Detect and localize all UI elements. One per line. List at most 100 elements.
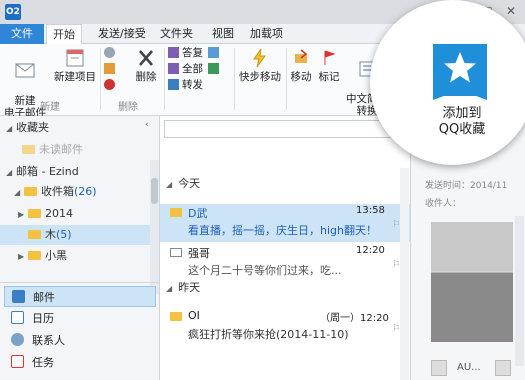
cleanup-icon xyxy=(104,63,115,74)
flag-icon[interactable]: ⚐ xyxy=(392,260,400,270)
tab-send-receive[interactable]: 发送/接受 xyxy=(98,24,146,44)
sent-time: 发送时间：2014/11 xyxy=(425,181,508,191)
collapse-icon: ◢ xyxy=(6,124,13,133)
message-time: 12:20 xyxy=(356,245,385,256)
nav-contacts-label: 联系人 xyxy=(32,334,65,347)
badge-ribbon-notch xyxy=(433,88,487,100)
recipients-label: 收件人： xyxy=(425,199,462,209)
tag-label: 标记 xyxy=(318,71,340,83)
folder-2014[interactable]: ▶ 2014 xyxy=(0,204,150,224)
contacts-icon xyxy=(11,333,24,346)
group-today[interactable]: ◢ 今天 xyxy=(160,174,410,194)
forward-button[interactable]: 转发 xyxy=(168,78,203,92)
folder-mu[interactable]: 木(5) xyxy=(0,225,150,245)
mailbox-root[interactable]: ◢ 邮箱 - Ezind xyxy=(0,162,150,182)
envelope-icon xyxy=(170,208,182,217)
message-row[interactable]: D武 13:58 看直播，摇一摇，庆生日，high翻天！ ⚐ xyxy=(160,204,410,242)
folder-icon xyxy=(28,230,41,239)
new-item-button[interactable]: 新建项目 xyxy=(50,48,100,83)
folder-icon xyxy=(28,251,41,260)
new-item-label: 新建项目 xyxy=(54,71,96,83)
message-row[interactable]: 强哥 12:20 这个月二十号等你们过来，吃... ⚐ xyxy=(160,244,410,282)
search-input[interactable] xyxy=(164,120,410,138)
avatar[interactable] xyxy=(431,360,447,376)
folder-mu-label: 木 xyxy=(45,228,56,241)
favorites-header[interactable]: ◢ 收藏夹 xyxy=(0,118,150,138)
tab-folder[interactable]: 文件夹 xyxy=(160,24,193,44)
collapse-icon: ◢ xyxy=(14,188,21,197)
flag-icon[interactable]: ⚐ xyxy=(392,324,400,334)
reply-icon xyxy=(168,47,179,58)
avatar[interactable] xyxy=(495,360,511,376)
nav-contacts[interactable]: 联系人 xyxy=(4,330,156,351)
junk-icon xyxy=(104,79,115,90)
unread-mail-folder[interactable]: 未读邮件 xyxy=(0,140,150,160)
favorites-label: 收藏夹 xyxy=(16,121,49,134)
ignore-button[interactable] xyxy=(104,46,118,60)
delete-button[interactable]: 删除 xyxy=(130,48,162,83)
folder-xiaohei[interactable]: ▶ 小黑 xyxy=(0,246,150,266)
group-yesterday-label: 昨天 xyxy=(178,281,201,294)
collapse-icon: ◢ xyxy=(166,180,173,189)
ribbon-separator xyxy=(164,48,165,110)
meeting-icon xyxy=(208,47,219,58)
meeting-button[interactable] xyxy=(208,46,222,60)
reply-all-label: 全部 xyxy=(182,63,203,75)
cleanup-button[interactable] xyxy=(104,62,118,76)
message-row[interactable]: OI （周一）12:20 疯狂打折等你来抢(2014-11-10) ⚐ xyxy=(160,308,410,346)
nav-calendar[interactable]: 日历 xyxy=(4,308,156,329)
reply-all-button[interactable]: 全部 xyxy=(168,62,203,76)
group-yesterday[interactable]: ◢ 昨天 xyxy=(160,278,410,298)
group-today-label: 今天 xyxy=(178,177,201,190)
nav-tasks-label: 任务 xyxy=(32,356,54,369)
inbox-count: (26) xyxy=(74,185,97,198)
quick-move-button[interactable]: 快步移动 xyxy=(236,48,284,83)
move-button[interactable]: 移动 xyxy=(288,48,314,83)
nav-mail[interactable]: 邮件 xyxy=(4,286,156,307)
tag-button[interactable]: 标记 xyxy=(316,48,342,83)
message-preview: 疯狂打折等你来抢(2014-11-10) xyxy=(188,328,349,341)
message-sender: 强哥 xyxy=(188,247,210,260)
junk-button[interactable] xyxy=(104,78,118,92)
move-icon xyxy=(295,49,308,63)
collapse-pane-icon[interactable]: ‹ xyxy=(145,120,149,130)
expand-icon: ▶ xyxy=(18,210,25,219)
group-new-label: 新建 xyxy=(40,102,60,113)
folder-scrollbar-thumb[interactable] xyxy=(151,178,158,204)
collapse-icon: ◢ xyxy=(6,168,13,177)
message-preview: 看直播，摇一摇，庆生日，high翻天！ xyxy=(188,224,377,237)
flag-icon[interactable]: ⚐ xyxy=(392,220,400,230)
reading-scrollbar[interactable] xyxy=(515,216,524,366)
nav-calendar-label: 日历 xyxy=(32,312,54,325)
reply-button[interactable]: 答复 xyxy=(168,46,203,60)
folder-icon xyxy=(28,209,41,218)
forward-icon xyxy=(168,79,179,90)
envelope-icon xyxy=(170,312,182,321)
inbox-label: 收件箱 xyxy=(41,185,74,198)
qq-collect-label-line1: 添加到 xyxy=(442,106,482,121)
tab-home[interactable]: 开始 xyxy=(46,24,82,44)
group-delete-label: 删除 xyxy=(118,102,138,113)
quick-move-label: 快步移动 xyxy=(239,71,281,83)
folder-icon xyxy=(22,145,35,154)
tab-addins[interactable]: 加载项 xyxy=(250,24,283,44)
ribbon-separator xyxy=(234,48,235,110)
move-label: 移动 xyxy=(290,71,312,83)
nav-tasks[interactable]: 任务 xyxy=(4,352,156,373)
message-list: ◢ 今天 D武 13:58 看直播，摇一摇，庆生日，high翻天！ ⚐ 强哥 12… xyxy=(160,116,410,380)
outlook-app-icon: O2 xyxy=(5,4,21,20)
forward-label: 转发 xyxy=(182,79,203,91)
mail-icon xyxy=(12,290,25,303)
im-button[interactable] xyxy=(208,62,222,76)
message-preview: 这个月二十号等你们过来，吃... xyxy=(188,264,342,277)
tab-view[interactable]: 视图 xyxy=(212,24,234,44)
ignore-icon xyxy=(104,47,115,58)
folder-pane: ◢ 收藏夹 ‹ 未读邮件 ◢ 邮箱 - Ezind ◢ 收件箱(26) ▶ 2014 木… xyxy=(0,116,160,380)
tab-file[interactable]: 文件 xyxy=(0,24,44,44)
attachment-image[interactable] xyxy=(431,222,513,342)
message-scrollbar[interactable] xyxy=(400,168,409,380)
qq-collect-label-line2: QQ收藏 xyxy=(438,122,486,137)
collapse-icon: ◢ xyxy=(166,284,173,293)
inbox-folder[interactable]: ◢ 收件箱(26) xyxy=(0,182,150,202)
folder-xiaohei-label: 小黑 xyxy=(45,249,67,262)
